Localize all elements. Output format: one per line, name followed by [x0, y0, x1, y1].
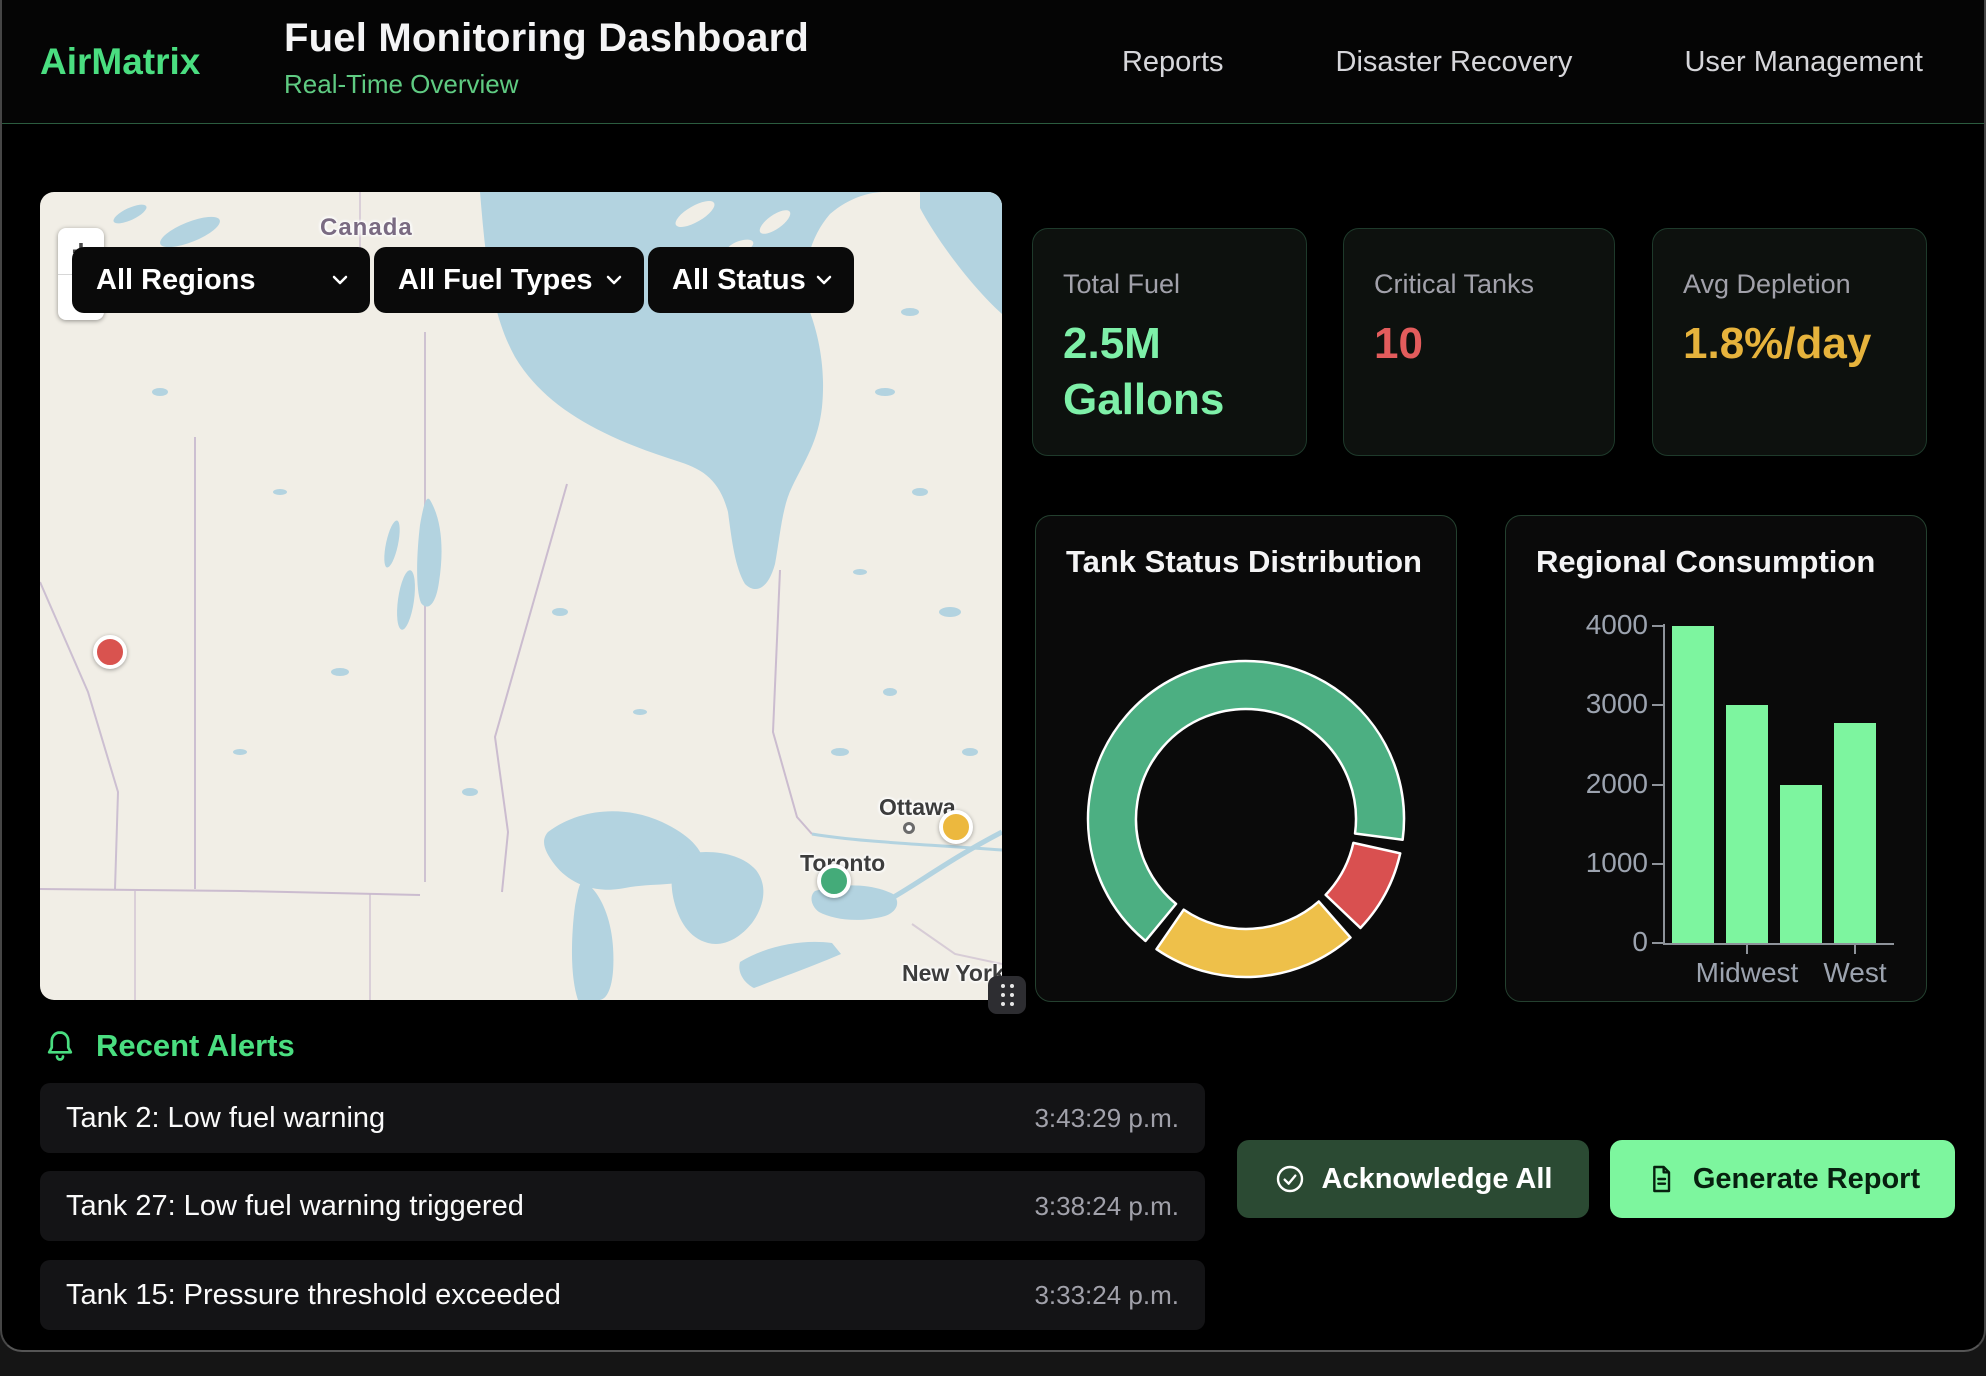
- fuel-type-filter-value: All Fuel Types: [398, 264, 592, 297]
- y-tick-label: 0: [1508, 926, 1648, 958]
- stat-value: 10: [1374, 316, 1584, 372]
- regional-consumption-bar-chart: 01000200030004000MidwestWest: [1506, 516, 1926, 1001]
- regional-consumption-panel: Regional Consumption 01000200030004000Mi…: [1505, 515, 1927, 1002]
- recent-alerts-title: Recent Alerts: [96, 1028, 295, 1064]
- y-tick-mark: [1652, 863, 1663, 865]
- donut-segment-critical: [1326, 843, 1401, 928]
- map-label-canada: Canada: [320, 214, 413, 242]
- alert-row[interactable]: Tank 27: Low fuel warning triggered 3:38…: [40, 1171, 1205, 1241]
- nav-reports[interactable]: Reports: [1122, 46, 1224, 79]
- main-nav: Reports Disaster Recovery User Managemen…: [1122, 0, 1923, 124]
- generate-report-button[interactable]: Generate Report: [1610, 1140, 1955, 1218]
- bar-south: [1780, 785, 1822, 944]
- page-title: Fuel Monitoring Dashboard: [284, 16, 809, 61]
- map-basemap: [40, 192, 1002, 1000]
- y-tick-label: 1000: [1508, 847, 1648, 879]
- bar-northeast: [1672, 626, 1714, 943]
- chevron-down-icon: [602, 268, 626, 292]
- map-marker-normal[interactable]: [817, 864, 851, 898]
- map-resize-handle[interactable]: [988, 976, 1026, 1014]
- region-filter-dropdown[interactable]: All Regions: [72, 247, 370, 313]
- nav-user-management[interactable]: User Management: [1684, 46, 1923, 79]
- region-filter-value: All Regions: [96, 264, 256, 297]
- bar-west: [1834, 723, 1876, 943]
- map-filters: All Regions All Fuel Types All Status: [72, 247, 854, 313]
- alert-time: 3:33:24 p.m.: [1034, 1280, 1179, 1311]
- y-tick-mark: [1652, 625, 1663, 627]
- status-filter-dropdown[interactable]: All Status: [648, 247, 854, 313]
- stat-label: Critical Tanks: [1374, 269, 1584, 300]
- y-tick-mark: [1652, 942, 1663, 944]
- bell-icon: [42, 1028, 78, 1064]
- alert-time: 3:43:29 p.m.: [1034, 1103, 1179, 1134]
- y-tick-label: 3000: [1508, 688, 1648, 720]
- y-tick-mark: [1652, 704, 1663, 706]
- tank-status-donut-chart: [1036, 516, 1458, 1003]
- fuel-type-filter-dropdown[interactable]: All Fuel Types: [374, 247, 644, 313]
- y-tick-label: 2000: [1508, 768, 1648, 800]
- alert-message: Tank 15: Pressure threshold exceeded: [66, 1279, 561, 1312]
- ottawa-town-dot: [903, 822, 915, 834]
- status-filter-value: All Status: [672, 264, 806, 297]
- stat-card-total-fuel: Total Fuel 2.5M Gallons: [1032, 228, 1307, 456]
- chevron-down-icon: [328, 268, 352, 292]
- alert-time: 3:38:24 p.m.: [1034, 1191, 1179, 1222]
- x-tick-mark: [1854, 945, 1856, 954]
- x-tick-mark: [1746, 945, 1748, 954]
- stat-label: Avg Depletion: [1683, 269, 1896, 300]
- check-circle-icon: [1274, 1163, 1306, 1195]
- map-label-new-york: New York: [902, 960, 1002, 987]
- document-icon: [1645, 1163, 1677, 1195]
- stat-card-critical-tanks: Critical Tanks 10: [1343, 228, 1615, 456]
- fuel-map[interactable]: Canada Ottawa Toronto New York + − All R…: [40, 192, 1002, 1000]
- title-block: Fuel Monitoring Dashboard Real-Time Over…: [284, 16, 809, 100]
- alert-message: Tank 2: Low fuel warning: [66, 1102, 385, 1135]
- chevron-down-icon: [812, 268, 836, 292]
- alert-row[interactable]: Tank 2: Low fuel warning 3:43:29 p.m.: [40, 1083, 1205, 1153]
- map-marker-critical[interactable]: [93, 635, 127, 669]
- y-tick-mark: [1652, 784, 1663, 786]
- bar-midwest: [1726, 705, 1768, 943]
- alert-message: Tank 27: Low fuel warning triggered: [66, 1190, 524, 1223]
- acknowledge-all-label: Acknowledge All: [1322, 1163, 1553, 1196]
- generate-report-label: Generate Report: [1693, 1163, 1920, 1196]
- donut-segment-warning: [1157, 902, 1351, 977]
- map-marker-warning[interactable]: [939, 810, 973, 844]
- water-shapes: [111, 192, 1002, 1000]
- nav-disaster-recovery[interactable]: Disaster Recovery: [1336, 46, 1573, 79]
- stat-value: 1.8%/day: [1683, 316, 1896, 372]
- dashboard-root: AirMatrix Fuel Monitoring Dashboard Real…: [0, 0, 1986, 1352]
- alert-row[interactable]: Tank 15: Pressure threshold exceeded 3:3…: [40, 1260, 1205, 1330]
- recent-alerts-header: Recent Alerts: [42, 1024, 295, 1068]
- header: AirMatrix Fuel Monitoring Dashboard Real…: [2, 0, 1984, 124]
- x-axis-line: [1663, 943, 1894, 945]
- y-axis-line: [1663, 624, 1665, 945]
- page-subtitle: Real-Time Overview: [284, 69, 809, 100]
- tank-status-panel: Tank Status Distribution: [1035, 515, 1457, 1002]
- stat-value: 2.5M Gallons: [1063, 316, 1276, 429]
- brand-logo: AirMatrix: [40, 0, 200, 124]
- x-tick-label: West: [1785, 957, 1925, 989]
- y-tick-label: 4000: [1508, 609, 1648, 641]
- stat-label: Total Fuel: [1063, 269, 1276, 300]
- acknowledge-all-button[interactable]: Acknowledge All: [1237, 1140, 1589, 1218]
- stat-card-avg-depletion: Avg Depletion 1.8%/day: [1652, 228, 1927, 456]
